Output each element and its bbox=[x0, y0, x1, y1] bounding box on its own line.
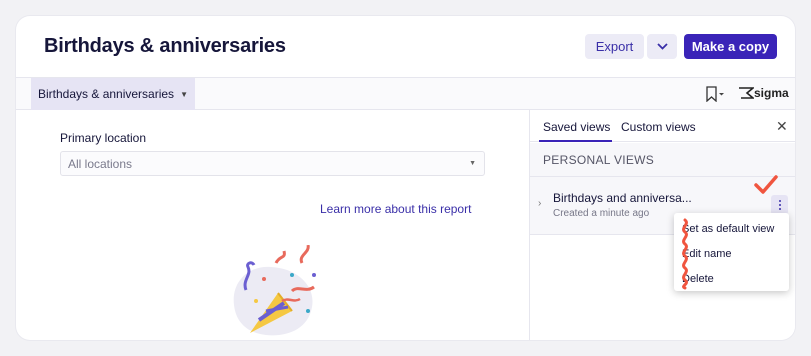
export-button[interactable]: Export bbox=[585, 34, 644, 59]
panel-tabs: Saved views Custom views ✕ bbox=[530, 110, 795, 142]
more-options-icon[interactable] bbox=[771, 195, 788, 215]
close-icon[interactable]: ✕ bbox=[776, 118, 788, 135]
bookmark-icon bbox=[706, 86, 724, 103]
primary-location-value: All locations bbox=[68, 156, 133, 171]
page-toolbar: Birthdays & anniversaries ▼ sigma bbox=[16, 77, 795, 110]
caret-down-icon: ▼ bbox=[469, 160, 476, 167]
saved-view-name: Birthdays and anniversa... bbox=[553, 191, 692, 205]
menu-item-set-default[interactable]: Set as default view bbox=[682, 223, 774, 235]
primary-location-select[interactable]: All locations ▼ bbox=[60, 151, 485, 176]
primary-location-label: Primary location bbox=[60, 131, 147, 145]
saved-view-created: Created a minute ago bbox=[553, 208, 650, 219]
learn-more-link[interactable]: Learn more about this report bbox=[320, 202, 471, 216]
personal-views-header: PERSONAL VIEWS bbox=[530, 143, 795, 177]
page-tab-label: Birthdays & anniversaries bbox=[38, 87, 175, 101]
sigma-logo-icon bbox=[739, 87, 754, 99]
make-a-copy-button[interactable]: Make a copy bbox=[684, 34, 777, 59]
report-header: Birthdays & anniversaries Export Make a … bbox=[16, 16, 795, 77]
chevron-down-icon bbox=[656, 43, 668, 50]
sigma-logo: sigma bbox=[738, 86, 789, 100]
party-popper-illustration bbox=[233, 245, 316, 336]
active-tab-indicator bbox=[539, 140, 612, 142]
tab-custom-views[interactable]: Custom views bbox=[621, 120, 696, 134]
tab-saved-views[interactable]: Saved views bbox=[543, 120, 610, 134]
chevron-right-icon[interactable]: › bbox=[538, 198, 541, 209]
page-tab[interactable]: Birthdays & anniversaries ▼ bbox=[31, 78, 195, 110]
checkmark-annotation bbox=[754, 175, 778, 194]
export-options-button[interactable] bbox=[647, 34, 677, 59]
caret-down-icon: ▼ bbox=[180, 89, 188, 99]
report-card: Birthdays & anniversaries Export Make a … bbox=[16, 16, 795, 340]
bookmark-button[interactable] bbox=[705, 86, 727, 107]
page-title: Birthdays & anniversaries bbox=[44, 35, 286, 57]
squiggle-annotation bbox=[682, 218, 688, 290]
brand-name: sigma bbox=[754, 86, 789, 100]
report-content: Primary location All locations ▼ Learn m… bbox=[16, 110, 529, 340]
